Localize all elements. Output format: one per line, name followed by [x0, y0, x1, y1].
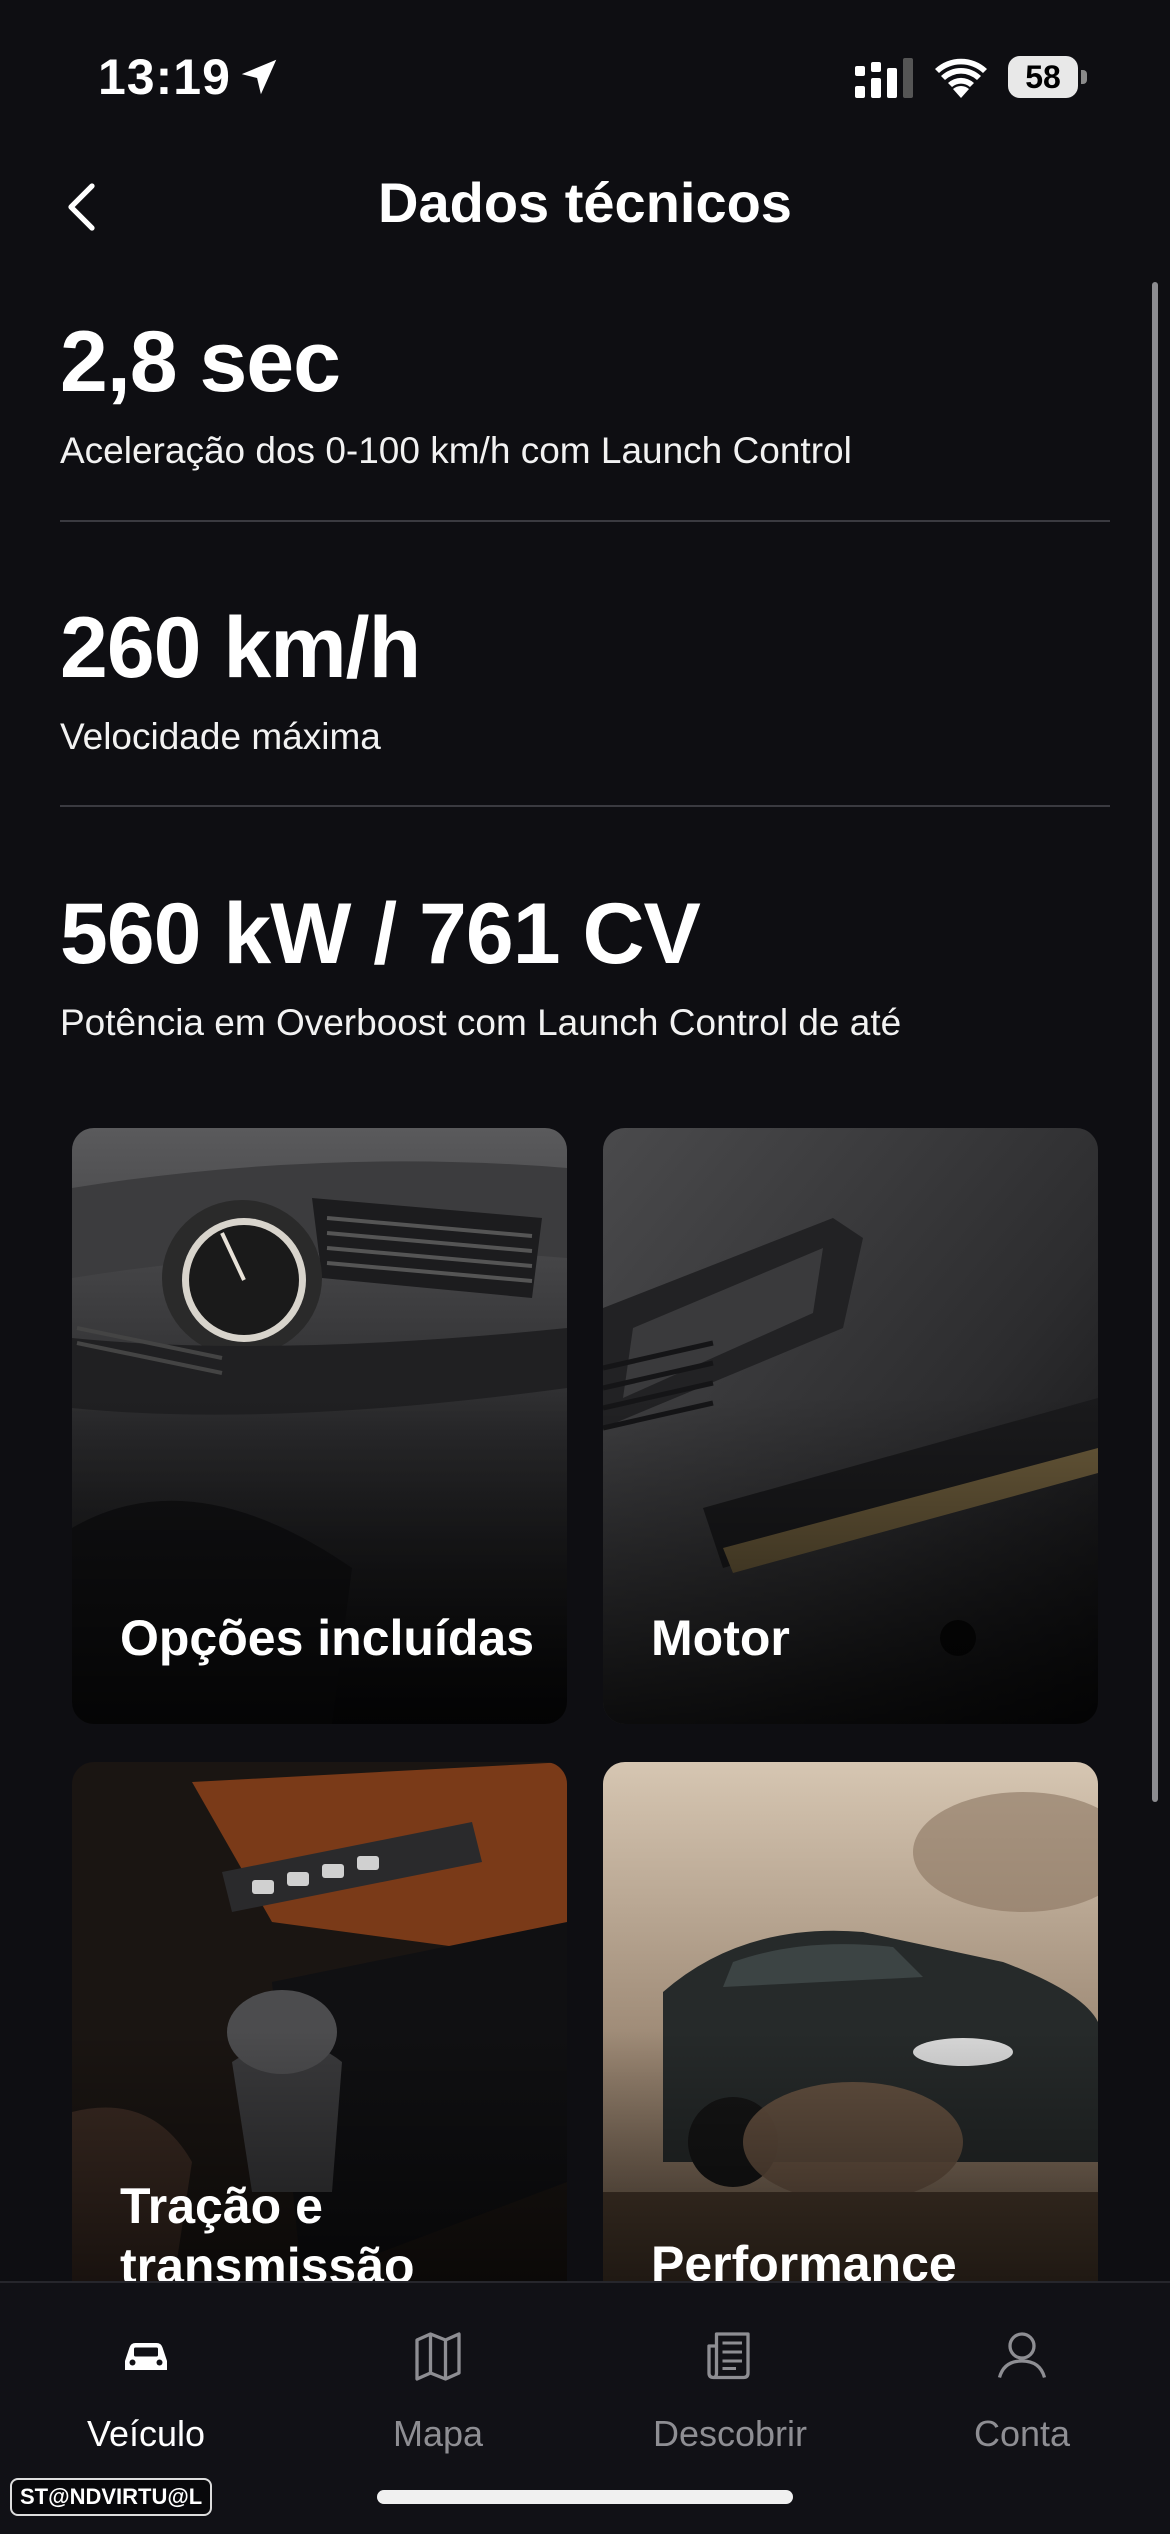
scrollbar[interactable]	[1152, 282, 1158, 1802]
location-arrow-icon	[241, 59, 277, 95]
watermark-logo: ST@NDVIRTU@L	[10, 2478, 213, 2516]
tile-engine[interactable]: Motor	[603, 1128, 1098, 1724]
tile-label: Tração e transmissão	[120, 2178, 415, 2294]
tile-included-options[interactable]: Opções incluídas	[72, 1128, 567, 1724]
status-bar: 13:19 58	[0, 0, 1170, 150]
map-icon	[415, 2332, 461, 2381]
tile-drivetrain[interactable]: Tração e transmissão	[72, 1762, 567, 2358]
battery-icon: 58	[1008, 56, 1088, 98]
spec-label: Aceleração dos 0-100 km/h com Launch Con…	[60, 430, 852, 471]
tab-label: Mapa	[392, 2413, 484, 2454]
tab-label: Veículo	[86, 2413, 206, 2454]
home-indicator[interactable]	[377, 2490, 793, 2504]
tile-label: Motor	[651, 1610, 790, 1666]
battery-tip	[1081, 70, 1087, 84]
battery-level: 58	[1008, 56, 1078, 98]
car-icon	[125, 2343, 167, 2370]
tile-label: Opções incluídas	[120, 1610, 535, 1666]
wifi-icon	[935, 58, 987, 98]
spec-value: 560 kW / 761 CV	[60, 886, 701, 982]
spec-top-speed: 260 km/h Velocidade máxima	[60, 598, 1110, 760]
tab-account[interactable]: Conta	[876, 2303, 1168, 2454]
spec-acceleration: 2,8 sec Aceleração dos 0-100 km/h com La…	[60, 312, 1110, 474]
nav-header: Dados técnicos	[0, 160, 1170, 250]
tile-performance[interactable]: Performance	[603, 1762, 1098, 2358]
chevron-left-icon	[68, 183, 95, 231]
news-icon	[707, 2332, 750, 2380]
spec-label: Potência em Overboost com Launch Control…	[60, 1002, 902, 1043]
divider	[60, 520, 1110, 522]
spec-label: Velocidade máxima	[60, 716, 381, 757]
signal-icon	[855, 58, 913, 98]
tab-map[interactable]: Mapa	[292, 2303, 584, 2454]
spec-power: 560 kW / 761 CV Potência em Overboost co…	[60, 884, 1110, 1046]
page-title: Dados técnicos	[378, 171, 792, 234]
status-time: 13:19	[98, 49, 231, 105]
tab-label: Conta	[973, 2413, 1071, 2454]
spec-value: 2,8 sec	[60, 314, 341, 410]
tab-vehicle[interactable]: Veículo	[0, 2303, 292, 2454]
tab-discover[interactable]: Descobrir	[584, 2303, 876, 2454]
user-icon	[997, 2332, 1047, 2379]
tab-label: Descobrir	[652, 2413, 808, 2454]
spec-value: 260 km/h	[60, 600, 421, 696]
back-button[interactable]	[50, 172, 120, 242]
divider	[60, 805, 1110, 807]
